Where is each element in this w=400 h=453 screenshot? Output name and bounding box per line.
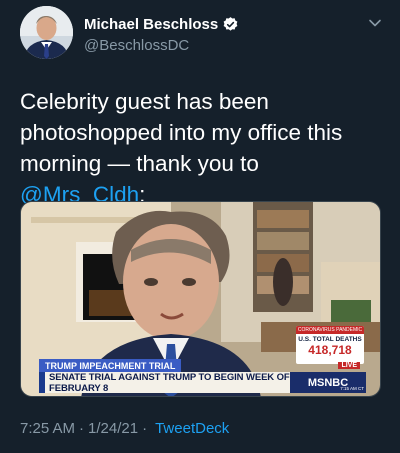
chyron-tag-text: TRUMP IMPEACHMENT TRIAL	[45, 360, 176, 371]
stat-label: U.S. TOTAL DEATHS	[298, 336, 362, 343]
tweet-text: Celebrity guest has been photoshopped in…	[20, 86, 386, 210]
chyron-tag: TRUMP IMPEACHMENT TRIAL	[39, 359, 182, 372]
tweet-time[interactable]: 7:25 AM	[20, 420, 75, 437]
stat-box: CORONAVIRUS PANDEMIC U.S. TOTAL DEATHS 4…	[296, 326, 364, 364]
stat-header: CORONAVIRUS PANDEMIC	[296, 326, 364, 334]
verified-badge-icon	[222, 16, 239, 33]
avatar[interactable]	[20, 6, 73, 59]
tweet-source-link[interactable]: TweetDeck	[155, 420, 229, 437]
chevron-down-icon[interactable]	[368, 16, 382, 30]
network-time: 7:15 AM CT	[340, 386, 364, 391]
chyron-headline: SENATE TRIAL AGAINST TRUMP TO BEGIN WEEK…	[39, 371, 315, 394]
author-display-name[interactable]: Michael Beschloss	[84, 16, 218, 33]
tweet-meta: 7:25 AM · 1/24/21 · TweetDeck	[20, 420, 229, 437]
live-badge: LIVE	[338, 362, 360, 369]
tweet-date[interactable]: 1/24/21	[88, 420, 138, 437]
tweet-media-image[interactable]: TRUMP IMPEACHMENT TRIAL SENATE TRIAL AGA…	[20, 201, 381, 397]
author-handle[interactable]: @BeschlossDC	[84, 37, 239, 54]
meta-separator-2: ·	[142, 420, 148, 437]
chyron-headline-text: SENATE TRIAL AGAINST TRUMP TO BEGIN WEEK…	[49, 371, 290, 394]
avatar-image	[20, 6, 73, 59]
meta-separator: ·	[79, 420, 85, 437]
tweet-text-body: Celebrity guest has been photoshopped in…	[20, 89, 343, 176]
tweet-header: Michael Beschloss @BeschlossDC	[20, 4, 386, 64]
stat-value: 418,718	[308, 343, 352, 357]
